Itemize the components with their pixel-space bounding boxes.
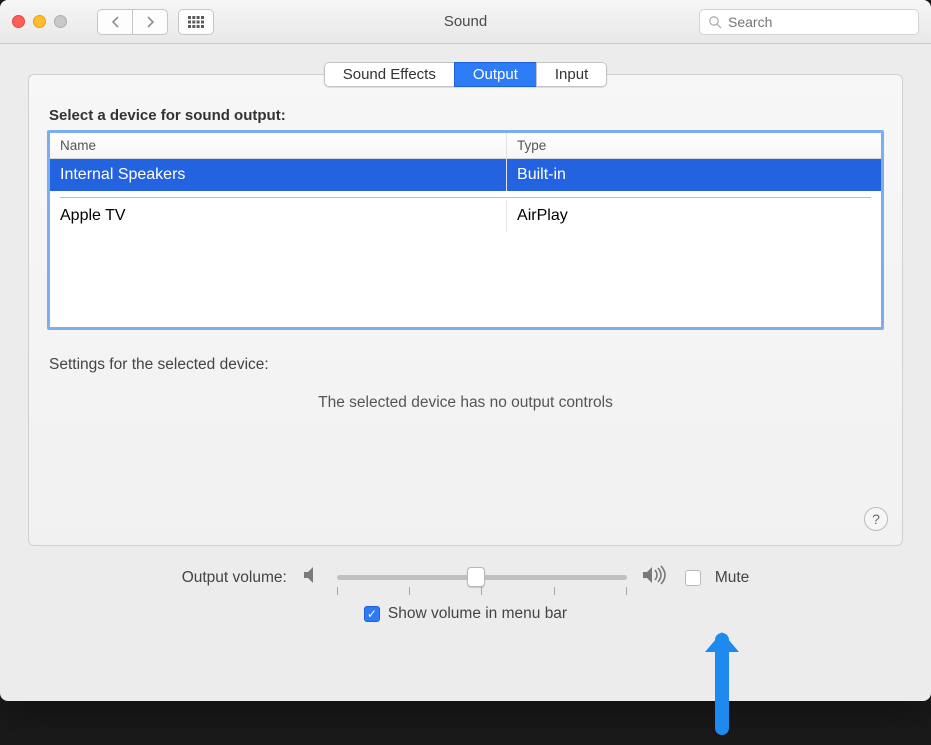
- help-button[interactable]: ?: [864, 507, 888, 531]
- sound-preferences-window: Sound Sound Effects Output Input Select …: [0, 0, 931, 701]
- mute-label: Mute: [715, 569, 749, 587]
- row-divider: [60, 197, 871, 198]
- output-panel: Select a device for sound output: Name T…: [28, 74, 903, 546]
- speaker-quiet-icon: [301, 565, 323, 590]
- output-volume-row: Output volume: Mute: [0, 564, 931, 591]
- window-controls: [12, 15, 67, 28]
- device-row-internal-speakers[interactable]: Internal Speakers Built-in: [50, 159, 881, 191]
- minimize-button[interactable]: [33, 15, 46, 28]
- device-table: Name Type Internal Speakers Built-in App…: [47, 130, 884, 330]
- output-volume-slider[interactable]: [337, 575, 627, 580]
- titlebar: Sound: [0, 0, 931, 44]
- show-all-button[interactable]: [178, 9, 214, 35]
- output-volume-label: Output volume:: [182, 569, 287, 587]
- table-header: Name Type: [50, 133, 881, 159]
- device-row-apple-tv[interactable]: Apple TV AirPlay: [50, 200, 881, 232]
- speaker-loud-icon: [641, 564, 671, 591]
- settings-for-device-label: Settings for the selected device:: [49, 356, 884, 374]
- tab-input[interactable]: Input: [536, 62, 607, 87]
- tab-sound-effects[interactable]: Sound Effects: [324, 62, 455, 87]
- device-type: Built-in: [507, 159, 881, 191]
- mute-checkbox[interactable]: [685, 570, 701, 586]
- show-in-menubar-checkbox[interactable]: ✓: [364, 606, 380, 622]
- forward-button[interactable]: [132, 9, 168, 35]
- device-type: AirPlay: [507, 200, 881, 232]
- search-field[interactable]: [699, 9, 919, 35]
- select-device-heading: Select a device for sound output:: [49, 107, 884, 124]
- tab-output[interactable]: Output: [454, 62, 537, 87]
- search-input[interactable]: [728, 14, 910, 30]
- show-in-menubar-label: Show volume in menu bar: [388, 605, 567, 623]
- col-header-name[interactable]: Name: [50, 133, 507, 159]
- device-name: Internal Speakers: [50, 159, 507, 191]
- device-name: Apple TV: [50, 200, 507, 232]
- nav-buttons: [97, 9, 168, 35]
- no-output-controls-text: The selected device has no output contro…: [47, 394, 884, 412]
- back-button[interactable]: [97, 9, 133, 35]
- content-area: Sound Effects Output Input Select a devi…: [0, 44, 931, 623]
- col-header-type[interactable]: Type: [507, 133, 881, 159]
- slider-knob[interactable]: [467, 567, 485, 587]
- show-in-menubar-row: ✓ Show volume in menu bar: [0, 605, 931, 623]
- close-button[interactable]: [12, 15, 25, 28]
- zoom-button-disabled: [54, 15, 67, 28]
- tabs: Sound Effects Output Input: [324, 62, 608, 87]
